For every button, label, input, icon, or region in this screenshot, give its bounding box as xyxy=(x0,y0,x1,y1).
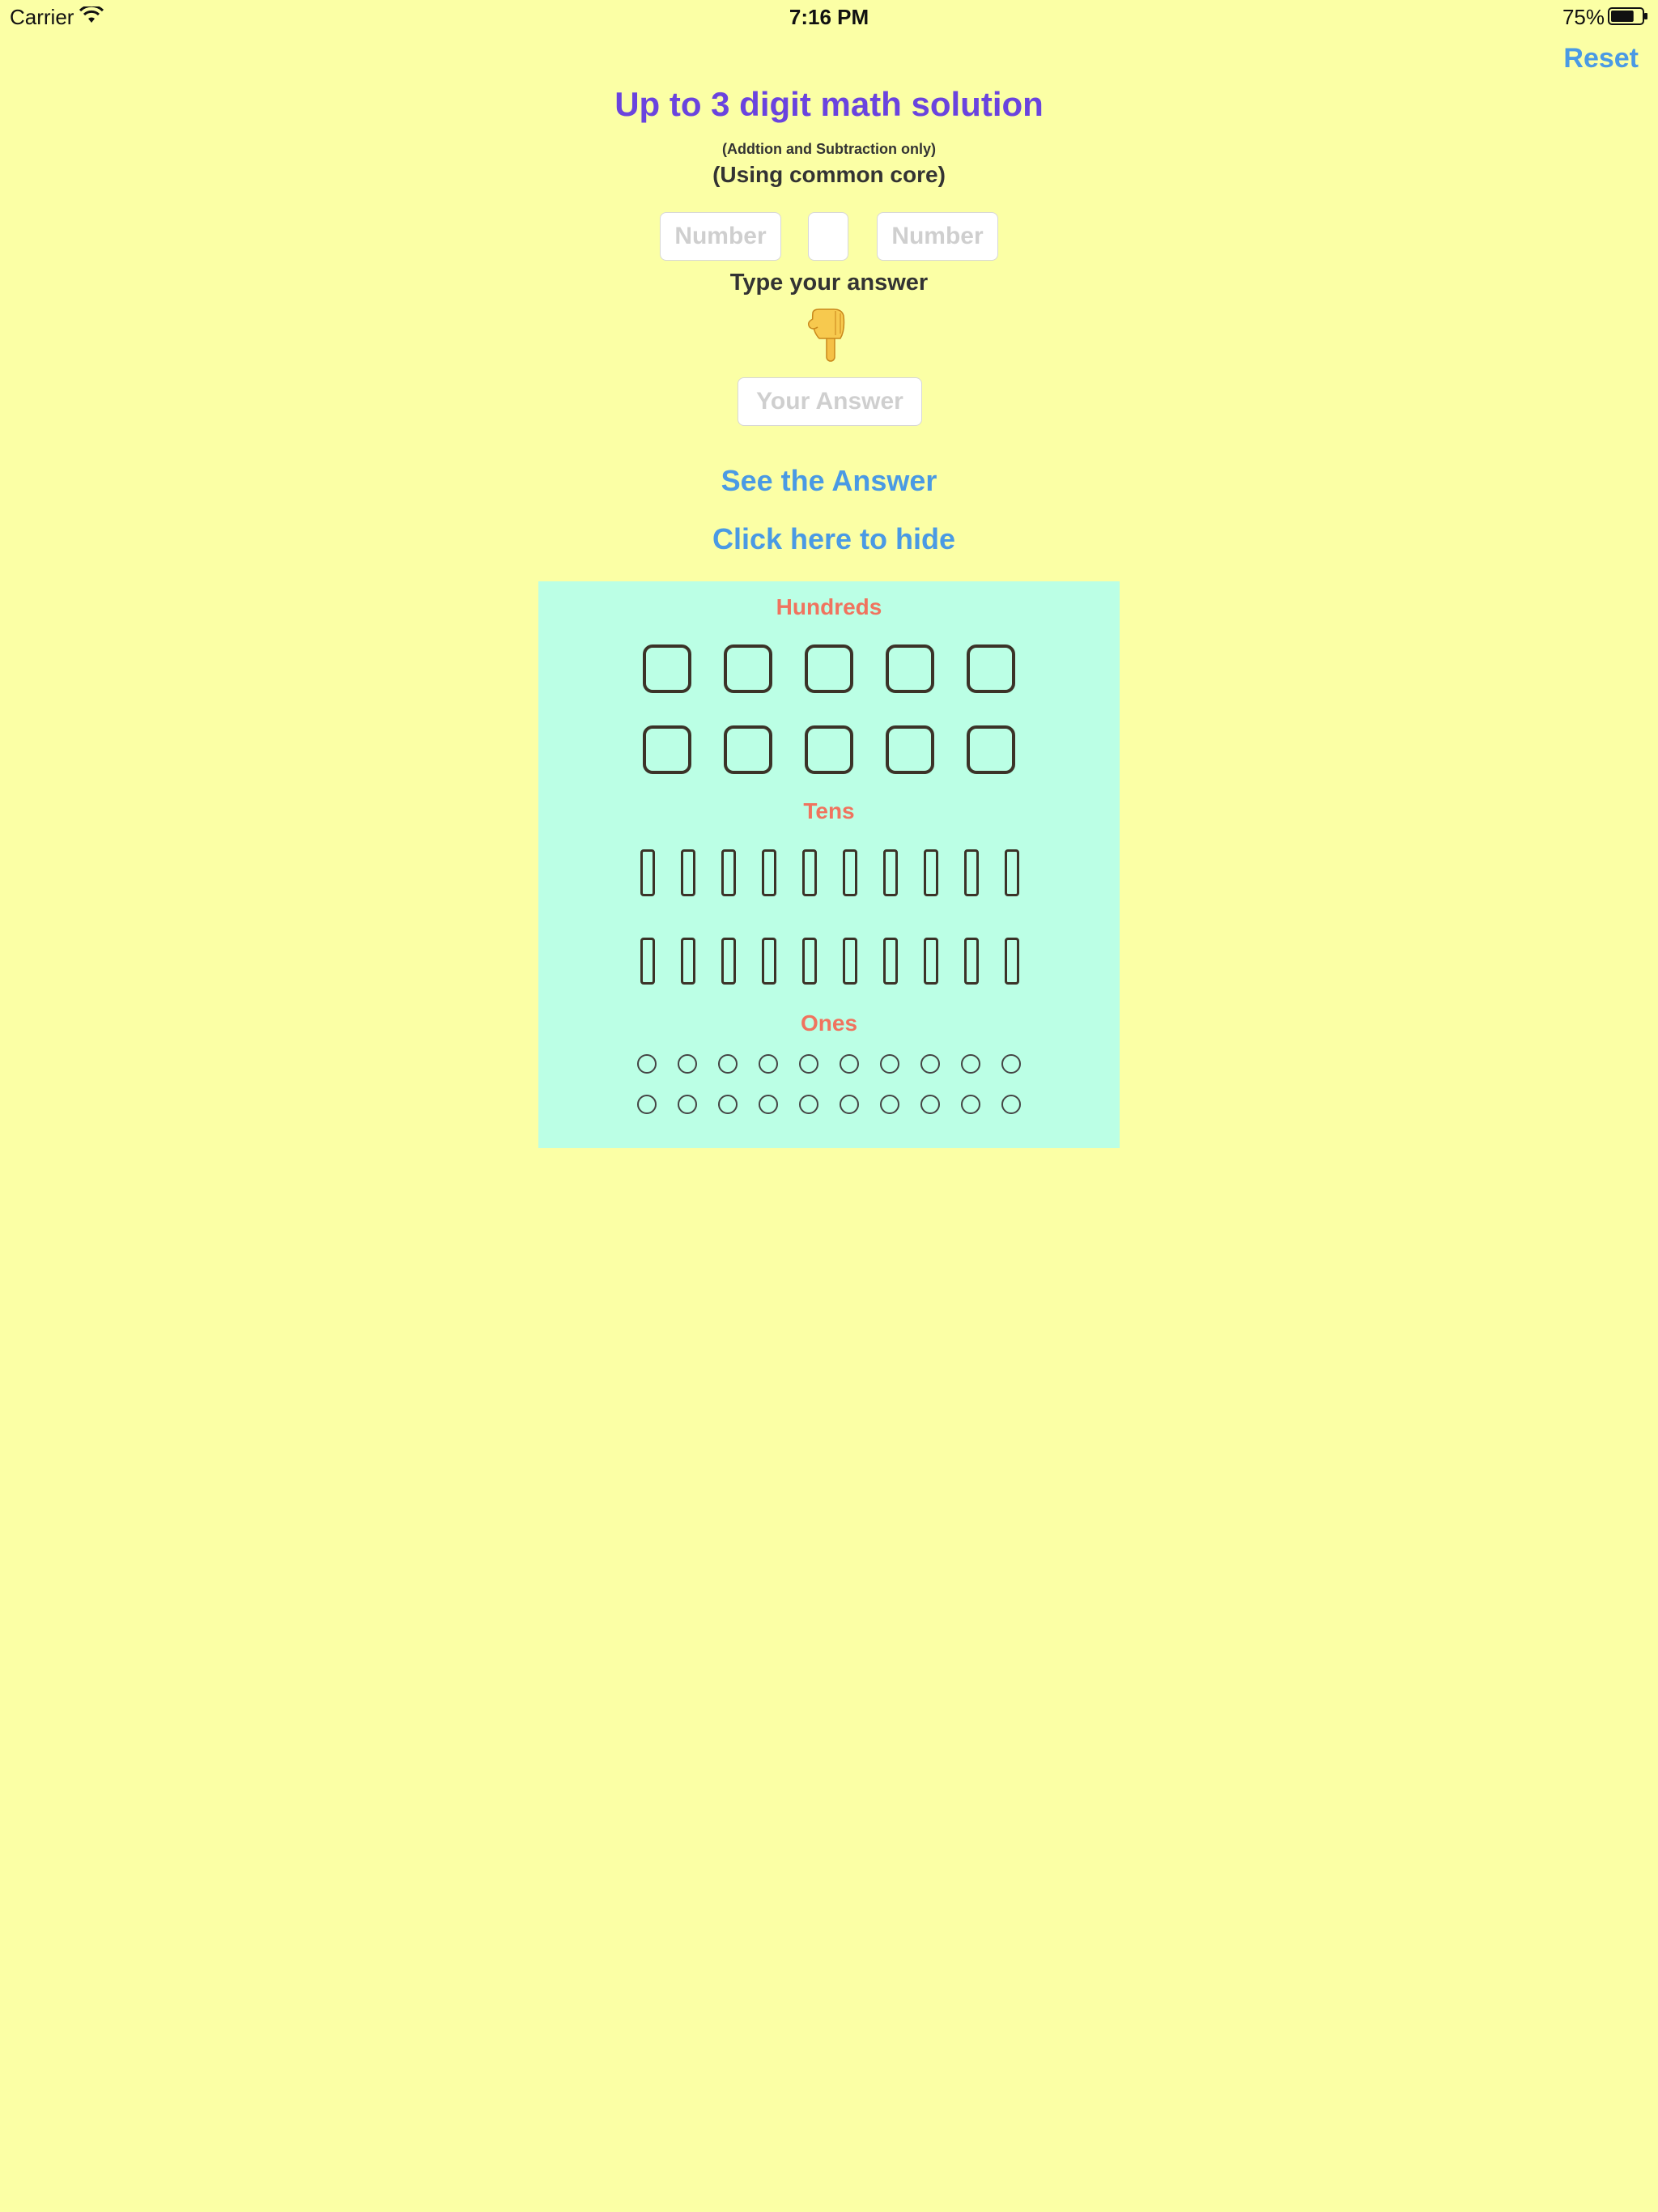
ten-block xyxy=(640,938,655,985)
ten-block xyxy=(762,938,776,985)
second-number-input[interactable] xyxy=(877,212,998,261)
hundred-block xyxy=(886,644,934,693)
battery-percent: 75% xyxy=(1562,5,1605,29)
one-block xyxy=(799,1054,818,1074)
hundred-block xyxy=(724,644,772,693)
answer-input[interactable] xyxy=(738,377,922,426)
one-block xyxy=(637,1095,657,1114)
see-answer-button[interactable]: See the Answer xyxy=(0,464,1658,498)
ten-block xyxy=(843,938,857,985)
reset-button[interactable]: Reset xyxy=(1563,43,1639,74)
one-block xyxy=(840,1095,859,1114)
hundred-block xyxy=(967,644,1015,693)
hide-button[interactable]: Click here to hide xyxy=(5,522,1658,556)
ones-label: Ones xyxy=(800,1010,858,1036)
ten-block xyxy=(721,938,736,985)
tens-label: Tens xyxy=(803,798,855,823)
ten-block xyxy=(883,938,898,985)
hundred-block xyxy=(967,725,1015,774)
battery-icon xyxy=(1608,7,1647,25)
one-block xyxy=(920,1054,940,1074)
one-block xyxy=(637,1054,657,1074)
first-number-input[interactable] xyxy=(660,212,781,261)
ten-block xyxy=(681,849,695,896)
subtitle-operations: (Addtion and Subtraction only) xyxy=(722,141,936,157)
place-value-panel: Hundreds Tens Ones xyxy=(538,581,1120,1148)
subtitle-method: (Using common core) xyxy=(712,162,946,187)
ten-block xyxy=(964,849,979,896)
status-bar: Carrier 7:16 PM 75% xyxy=(0,0,1658,32)
ten-block xyxy=(924,938,938,985)
ten-block xyxy=(924,849,938,896)
ten-block xyxy=(964,938,979,985)
ten-block xyxy=(721,849,736,896)
page-title: Up to 3 digit math solution xyxy=(614,85,1044,123)
one-block xyxy=(759,1054,778,1074)
one-block xyxy=(840,1054,859,1074)
hundred-block xyxy=(805,644,853,693)
ten-block xyxy=(1005,938,1019,985)
one-block xyxy=(678,1095,697,1114)
one-block xyxy=(961,1095,980,1114)
one-block xyxy=(961,1054,980,1074)
ten-block xyxy=(640,849,655,896)
one-block xyxy=(1001,1054,1021,1074)
one-block xyxy=(880,1095,899,1114)
ten-block xyxy=(762,849,776,896)
one-block xyxy=(759,1095,778,1114)
ten-block xyxy=(802,849,817,896)
one-block xyxy=(718,1095,738,1114)
ten-block xyxy=(802,938,817,985)
one-block xyxy=(880,1054,899,1074)
answer-prompt: Type your answer xyxy=(729,270,929,296)
hundred-block xyxy=(724,725,772,774)
ten-block xyxy=(883,849,898,896)
ten-block xyxy=(1005,849,1019,896)
one-block xyxy=(920,1095,940,1114)
ten-block xyxy=(843,849,857,896)
ten-block xyxy=(681,938,695,985)
status-time: 7:16 PM xyxy=(789,5,869,29)
backhand-index-pointing-down-icon xyxy=(807,308,845,362)
hundred-block xyxy=(643,644,691,693)
one-block xyxy=(718,1054,738,1074)
one-block xyxy=(678,1054,697,1074)
one-block xyxy=(799,1095,818,1114)
hundreds-label: Hundreds xyxy=(776,594,882,619)
hundred-block xyxy=(805,725,853,774)
hundred-block xyxy=(886,725,934,774)
hundred-block xyxy=(643,725,691,774)
one-block xyxy=(1001,1095,1021,1114)
operator-input[interactable] xyxy=(808,212,848,261)
